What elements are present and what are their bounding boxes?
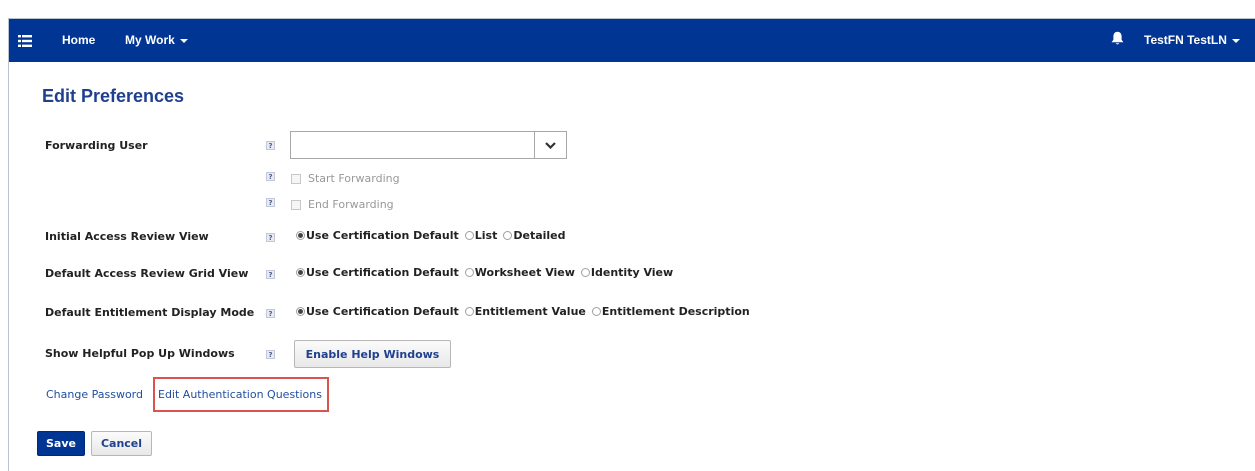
edit-authentication-questions-link[interactable]: Edit Authentication Questions <box>158 388 322 401</box>
chevron-down-icon <box>545 141 556 149</box>
radio-label: Worksheet View <box>474 266 575 279</box>
radio-identity-view[interactable] <box>580 268 590 277</box>
radio-detailed[interactable] <box>503 231 513 240</box>
radio-label: Use Certification Default <box>306 266 459 279</box>
enable-help-windows-button[interactable]: Enable Help Windows <box>294 340 451 368</box>
help-icon[interactable]: ? <box>266 309 275 318</box>
help-windows-label: Show Helpful Pop Up Windows <box>45 347 235 360</box>
initial-view-options: Use Certification Default List Detailed <box>296 229 566 242</box>
initial-view-label: Initial Access Review View <box>45 230 209 243</box>
help-icon[interactable]: ? <box>266 233 275 242</box>
grid-view-options: Use Certification Default Worksheet View… <box>296 266 673 279</box>
entitlement-mode-options: Use Certification Default Entitlement Va… <box>296 305 750 318</box>
radio-entitlement-value[interactable] <box>464 307 474 316</box>
change-password-link[interactable]: Change Password <box>46 388 143 401</box>
nav-my-work[interactable]: My Work <box>125 33 188 47</box>
radio-label: List <box>474 229 498 242</box>
select-toggle[interactable] <box>534 132 566 158</box>
radio-label: Entitlement Value <box>474 305 586 318</box>
end-forwarding-row: End Forwarding <box>291 198 394 211</box>
radio-use-cert-default[interactable] <box>296 231 305 240</box>
forwarding-user-select[interactable] <box>290 131 567 159</box>
radio-label: Detailed <box>513 229 566 242</box>
chevron-down-icon <box>1231 38 1240 43</box>
start-forwarding-row: Start Forwarding <box>291 172 400 185</box>
help-icon[interactable]: ? <box>266 141 275 150</box>
list-menu-icon <box>18 34 32 47</box>
page-title: Edit Preferences <box>42 86 185 106</box>
start-forwarding-checkbox[interactable] <box>291 173 301 184</box>
help-icon[interactable]: ? <box>266 270 275 279</box>
radio-label: Entitlement Description <box>601 305 750 318</box>
nav-home[interactable]: Home <box>62 33 95 47</box>
radio-label: Use Certification Default <box>306 229 459 242</box>
radio-list[interactable] <box>464 231 474 240</box>
help-icon[interactable]: ? <box>266 172 275 181</box>
help-icon[interactable]: ? <box>266 350 275 359</box>
save-button[interactable]: Save <box>37 431 85 456</box>
chevron-down-icon <box>179 38 188 43</box>
menu-button[interactable] <box>9 19 41 62</box>
entitlement-mode-label: Default Entitlement Display Mode <box>45 306 255 319</box>
end-forwarding-label: End Forwarding <box>308 198 394 211</box>
forwarding-user-label: Forwarding User <box>45 139 148 152</box>
radio-label: Use Certification Default <box>306 305 459 318</box>
radio-worksheet-view[interactable] <box>464 268 474 277</box>
user-name: TestFN TestLN <box>1144 33 1227 47</box>
top-navbar: Home My Work TestFN TestLN <box>9 19 1255 62</box>
radio-use-cert-default[interactable] <box>296 307 305 316</box>
start-forwarding-label: Start Forwarding <box>308 172 400 185</box>
user-menu[interactable]: TestFN TestLN <box>1144 33 1240 47</box>
bell-icon[interactable] <box>1111 31 1124 46</box>
radio-entitlement-description[interactable] <box>591 307 601 316</box>
cancel-button[interactable]: Cancel <box>91 431 152 456</box>
help-icon[interactable]: ? <box>266 198 275 207</box>
nav-my-work-label: My Work <box>125 33 175 47</box>
end-forwarding-checkbox[interactable] <box>291 199 301 210</box>
radio-label: Identity View <box>590 266 674 279</box>
radio-use-cert-default[interactable] <box>296 268 305 277</box>
grid-view-label: Default Access Review Grid View <box>45 267 249 280</box>
